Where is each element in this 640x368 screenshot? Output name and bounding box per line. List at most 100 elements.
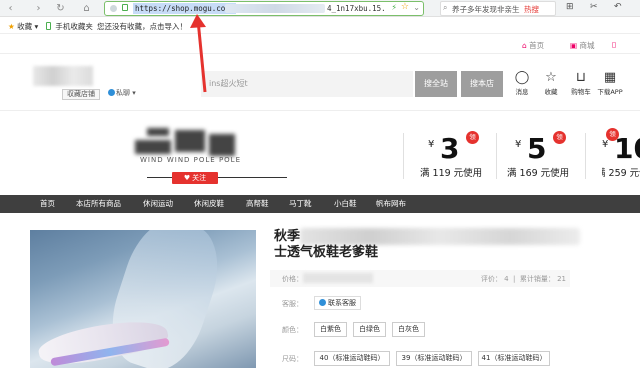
yen-symbol: ¥ [428,139,435,150]
follow-button[interactable]: ♥ 关注 [172,172,218,184]
star-icon: ★ [8,22,15,31]
url-text: https://shop.mogu.com/ [133,3,237,14]
search-icon: ⌕ [443,3,448,12]
product-image[interactable] [30,230,256,368]
price-row: 价格： 评价： 4 | 累计销量： 21 [270,270,570,287]
product-title-line2: 士透气板鞋老爹鞋 [274,245,379,260]
app-icon: ▦ [603,70,617,85]
favorite-icon: ☆ [545,70,557,85]
reload-icon[interactable]: ↻ [54,2,67,15]
site-mall-link[interactable]: ▣ 商城 [570,40,594,51]
catnav-home[interactable]: 首页 [40,195,55,213]
header-messages-label: 消息 [515,88,529,96]
price-label: 价格： [282,275,303,283]
store-icon: ▣ [570,41,578,50]
search-shop-button[interactable]: 搜本店 [461,71,503,97]
header-messages[interactable]: ◯ 消息 [508,70,536,96]
shield-icon [110,5,117,12]
color-label: 颜色： [282,326,303,334]
cart-icon: ⊔ [575,70,587,85]
contact-service-label: 联系客服 [328,299,356,307]
price-redacted [303,273,373,283]
claim-badge[interactable]: 领 [466,131,479,144]
coupon-amount: 10 [614,135,640,165]
title-redacted [300,228,580,245]
scissors-icon[interactable]: ✂ [590,2,598,12]
coupon-condition: 满 119 元使用 [420,168,483,179]
bookmark-label: 收藏 [17,22,33,31]
contact-service-button[interactable]: 联系客服 [314,296,361,310]
chevron-down-icon[interactable]: ⌄ [413,3,420,12]
header-cart[interactable]: ⊔ 购物车 [567,70,595,96]
message-icon: ◯ [514,70,530,85]
size-option[interactable]: 40（标准运动鞋码） [314,351,390,366]
coupon-card[interactable]: ¥ 10 满 259 元使 [602,135,640,185]
coupon-amount: 3 [440,132,460,165]
claim-badge[interactable]: 领 [606,128,619,141]
catnav-all-products[interactable]: 本店所有商品 [76,195,121,213]
bolt-icon[interactable]: ⚡ [391,3,397,12]
claim-badge[interactable]: 领 [553,131,566,144]
coupon-condition: 满 259 元使 [602,168,640,179]
heart-icon: ♥ [183,174,191,182]
yen-symbol: ¥ [515,139,522,150]
site-mall-label: 商城 [579,41,595,50]
browser-toolbar: ‹ › ↻ ⌂ https://shop.mogu.com/ 4_1n17xbu… [0,0,640,17]
header-favorites[interactable]: ☆ 收藏 [537,70,565,96]
bookmark-mobile[interactable]: 手机收藏夹 [46,21,93,32]
coupon-condition: 满 169 元使用 [507,168,570,179]
phone-icon: ▯ [612,40,617,49]
grid-icon[interactable]: ⊞ [566,2,574,12]
url-redacted [225,4,325,13]
catnav-high-top[interactable]: 高帮鞋 [246,195,269,213]
favorite-shop-button[interactable]: 収藏店铺 [62,89,100,100]
service-label: 客服： [282,300,303,308]
catnav-canvas[interactable]: 帆布网布 [376,195,406,213]
header-cart-label: 购物车 [571,88,591,96]
color-option[interactable]: 白紫色 [314,322,347,337]
site-home-label: 首页 [529,41,545,50]
color-option[interactable]: 白灰色 [392,322,425,337]
news-search-box[interactable]: ⌕ 养子多年发现非亲生 热搜 [440,1,556,16]
search-site-button[interactable]: 搜全站 [415,71,457,97]
bookmark-favorites[interactable]: ★ 收藏 ▾ [8,21,38,32]
product-title-line1: 秋季 [274,229,301,244]
catnav-martin-boots[interactable]: 马丁靴 [289,195,312,213]
coupon-amount: 5 [527,132,547,165]
catnav-casual-leather[interactable]: 休闲皮鞋 [194,195,224,213]
lock-icon [122,4,128,11]
bookmark-label: 手机收藏夹 [55,22,93,31]
star-icon[interactable]: ☆ [401,2,409,12]
rating-text: 评价： 4 [480,275,509,283]
shop-logo[interactable] [135,126,250,160]
size-option[interactable]: 41（标准运动鞋码） [478,351,550,366]
home-icon: ⌂ [522,41,527,50]
shop-logo-text: WIND WIND POLE POLE [140,156,242,164]
forward-icon[interactable]: › [32,2,45,15]
site-home-link[interactable]: ⌂ 首页 [522,40,544,51]
color-option[interactable]: 白绿色 [353,322,386,337]
header-app[interactable]: ▦ 下载APP [596,70,624,96]
category-nav: 首页 本店所有商品 休闲运动 休闲皮鞋 高帮鞋 马丁靴 小白鞋 帆布网布 [0,195,640,213]
catnav-white-shoes[interactable]: 小白鞋 [334,195,357,213]
news-headline: 养子多年发现非亲生 [452,5,520,14]
coupon-divider [585,133,586,179]
coupon-card[interactable]: ¥ 5 领 满 169 元使用 [507,131,595,185]
site-top-bar: ⌂ 首页 ▣ 商城 ▯ [0,36,640,54]
header-favorites-label: 收藏 [544,88,558,96]
catnav-casual-sports[interactable]: 休闲运动 [143,195,173,213]
size-label: 尺码： [282,355,303,363]
site-more-link[interactable]: ▯ [612,40,616,49]
site-logo[interactable] [33,66,93,86]
search-input[interactable]: ins超火短t [201,71,413,97]
yen-symbol: ¥ [602,139,609,150]
hot-badge: 热搜 [524,5,539,14]
undo-icon[interactable]: ↶ [614,2,622,12]
private-message-button[interactable]: 私聊 ▾ [108,88,136,98]
size-option[interactable]: 39（标准运动鞋码） [396,351,472,366]
follow-label: 关注 [192,174,207,182]
home-icon[interactable]: ⌂ [80,2,93,15]
back-icon[interactable]: ‹ [4,2,17,15]
header-app-label: 下载APP [597,88,623,96]
sales-text: 累计销量： 21 [519,275,566,283]
